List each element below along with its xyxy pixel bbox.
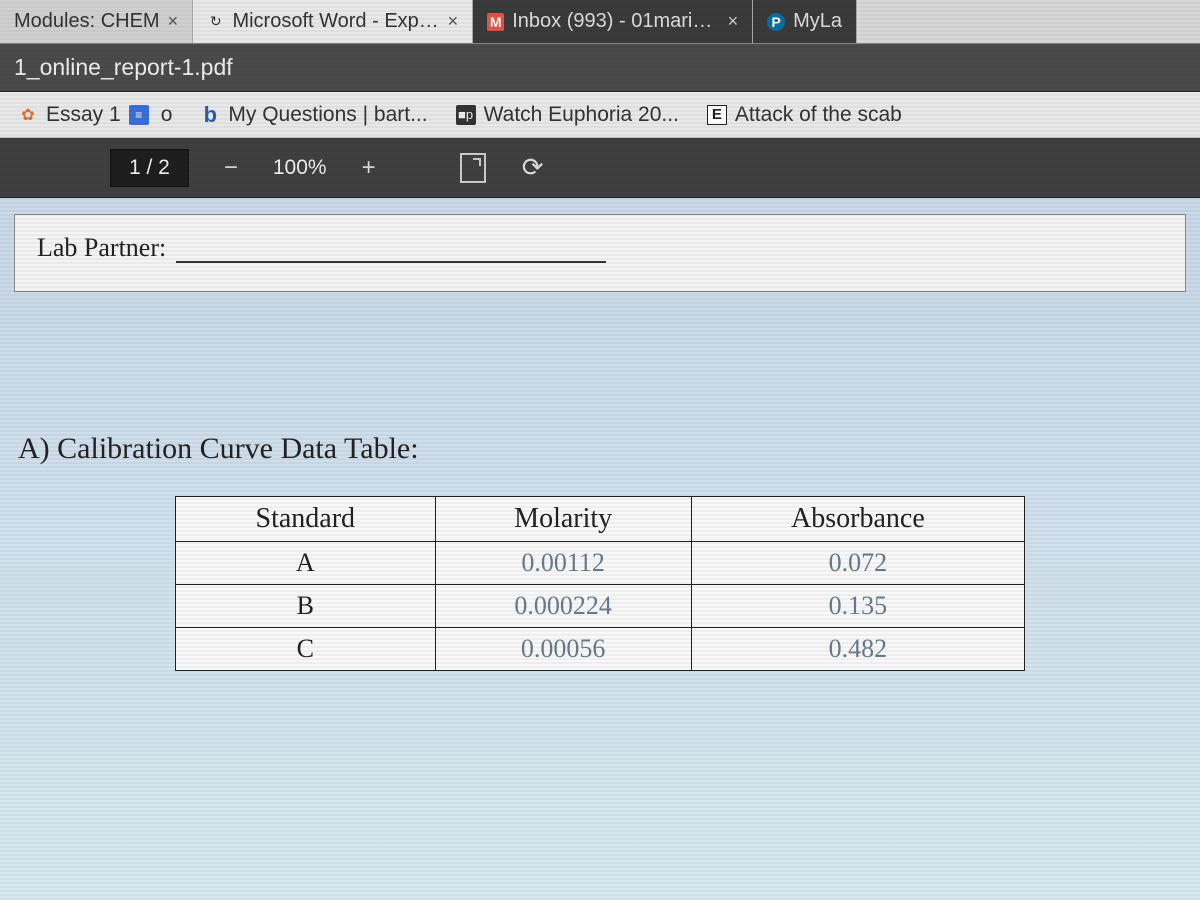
bookmark-label: My Questions | bart... — [228, 103, 427, 127]
tab-mylab[interactable]: P MyLa — [753, 0, 857, 43]
table-row: C 0.00056 0.482 — [176, 628, 1025, 671]
table-header-row: Standard Molarity Absorbance — [176, 497, 1025, 542]
gmail-icon: M — [487, 13, 504, 31]
table-row: A 0.00112 0.072 — [176, 542, 1025, 585]
cell-absorbance: 0.482 — [691, 628, 1024, 671]
bookmark-bartleby[interactable]: b My Questions | bart... — [200, 103, 427, 127]
bookmark-essay1[interactable]: ✿ Essay 1 ≡ o — [18, 103, 172, 127]
pdf-filename-bar: 1_online_report-1.pdf — [0, 44, 1200, 92]
cell-absorbance: 0.135 — [691, 585, 1024, 628]
lab-partner-label: Lab Partner: — [37, 233, 166, 263]
video-icon: ■p — [456, 105, 476, 125]
zoom-out-button[interactable]: − — [213, 150, 249, 186]
calibration-table: Standard Molarity Absorbance A 0.00112 0… — [175, 496, 1025, 671]
rotate-icon[interactable]: ⟳ — [515, 150, 551, 186]
bookmark-label: o — [161, 103, 173, 127]
col-standard: Standard — [176, 497, 436, 542]
tab-label: Modules: CHEM — [14, 10, 160, 33]
tab-label: MyLa — [793, 10, 842, 33]
cell-molarity: 0.00112 — [435, 542, 691, 585]
browser-tab-strip: Modules: CHEM × ↻ Microsoft Word - Exper… — [0, 0, 1200, 44]
zoom-level: 100% — [273, 156, 327, 180]
bartleby-icon: b — [200, 105, 220, 125]
tab-word-experir[interactable]: ↻ Microsoft Word - Experir × — [193, 0, 473, 43]
fit-page-icon[interactable] — [455, 150, 491, 186]
tab-inbox[interactable]: M Inbox (993) - 01mariamk × — [473, 0, 753, 43]
pearson-icon: P — [767, 13, 785, 31]
cell-standard: C — [176, 628, 436, 671]
cell-standard: A — [176, 542, 436, 585]
page-indicator[interactable]: 1 / 2 — [110, 149, 189, 187]
list-icon: ≡ — [129, 105, 149, 125]
bookmark-euphoria[interactable]: ■p Watch Euphoria 20... — [456, 103, 679, 127]
flower-icon: ✿ — [18, 105, 38, 125]
col-absorbance: Absorbance — [691, 497, 1024, 542]
pdf-filename: 1_online_report-1.pdf — [14, 54, 233, 81]
tab-label: Microsoft Word - Experir — [232, 10, 439, 33]
tab-label: Inbox (993) - 01mariamk — [512, 10, 719, 33]
lab-partner-underline — [176, 235, 606, 263]
close-icon[interactable]: × — [448, 11, 459, 32]
col-molarity: Molarity — [435, 497, 691, 542]
bookmark-label: Attack of the scab — [735, 103, 902, 127]
e-icon: E — [707, 105, 727, 125]
cell-molarity: 0.000224 — [435, 585, 691, 628]
reload-icon: ↻ — [207, 13, 224, 31]
tab-modules-chem[interactable]: Modules: CHEM × — [0, 0, 193, 43]
pdf-page-area: Lab Partner: A) Calibration Curve Data T… — [0, 214, 1200, 671]
page-fragment-top: Lab Partner: — [14, 214, 1186, 292]
cell-standard: B — [176, 585, 436, 628]
bookmarks-bar: ✿ Essay 1 ≡ o b My Questions | bart... ■… — [0, 92, 1200, 138]
pdf-toolbar: 1 / 2 − 100% + ⟳ — [0, 138, 1200, 198]
bookmark-label: Essay 1 — [46, 103, 121, 127]
bookmark-label: Watch Euphoria 20... — [484, 103, 679, 127]
cell-molarity: 0.00056 — [435, 628, 691, 671]
cell-absorbance: 0.072 — [691, 542, 1024, 585]
table-row: B 0.000224 0.135 — [176, 585, 1025, 628]
close-icon[interactable]: × — [168, 11, 179, 32]
bookmark-attack-scab[interactable]: E Attack of the scab — [707, 103, 902, 127]
section-a-title: A) Calibration Curve Data Table: — [18, 432, 1200, 466]
zoom-in-button[interactable]: + — [351, 150, 387, 186]
close-icon[interactable]: × — [728, 11, 739, 32]
lab-partner-row: Lab Partner: — [37, 233, 1163, 263]
